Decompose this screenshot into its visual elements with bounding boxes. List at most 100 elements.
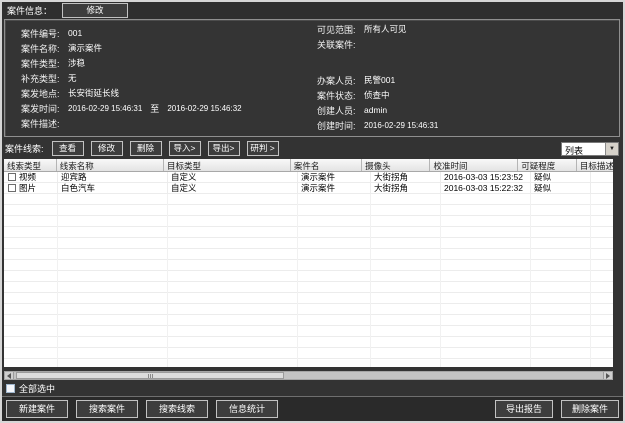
table-row[interactable]: 视频 迎宾路 自定义 演示案件 大街拐角 2016-03-03 15:23:52… [4, 172, 613, 183]
case-number-value: 001 [68, 28, 82, 38]
analyze-clue-button[interactable]: 研判 > [247, 141, 279, 156]
case-status-label: 案件状态: [317, 89, 364, 102]
delete-clue-button[interactable]: 删除 [130, 141, 162, 156]
incident-time-start: 2016-02-29 15:46:31 [68, 104, 142, 113]
visibility-value: 所有人可见 [364, 23, 407, 35]
case-description-field: 案件描述: [21, 117, 242, 129]
clue-type-text: 视频 [19, 172, 36, 183]
cell-time: 2016-03-03 15:23:52 [441, 172, 531, 183]
case-description-label: 案件描述: [21, 117, 68, 130]
row-checkbox[interactable] [8, 173, 16, 181]
col-header-time[interactable]: 校准时间 [430, 159, 518, 171]
incident-location-label: 案发地点: [21, 87, 68, 100]
col-header-clue-type[interactable]: 线索类型 [4, 159, 57, 171]
cell-camera: 大街拐角 [371, 172, 441, 183]
incident-time-label: 案发时间: [21, 102, 68, 115]
table-empty-area [4, 194, 613, 367]
creation-time-field: 创建时间: 2016-02-29 15:46:31 [317, 119, 438, 131]
import-clue-button[interactable]: 导入> [169, 141, 201, 156]
col-header-target-desc[interactable]: 目标描述 [577, 159, 613, 171]
case-type-value: 涉稳 [68, 57, 85, 69]
cell-target-desc [591, 183, 613, 194]
table-header-row: 线索类型 线索名称 目标类型 案件名 摄像头 校准时间 可疑程度 目标描述 [4, 159, 613, 172]
new-case-button[interactable]: 新建案件 [6, 400, 68, 418]
creator-value: admin [364, 105, 387, 115]
scroll-left-button[interactable] [5, 372, 14, 379]
cell-target-desc [591, 172, 613, 183]
delete-case-button[interactable]: 删除案件 [561, 400, 619, 418]
scroll-left-icon [7, 373, 11, 379]
case-info-panel: 案件编号: 001 案件名称: 演示案件 案件类型: 涉稳 补充类型: 无 案发… [4, 19, 620, 137]
incident-location-value: 长安街延长线 [68, 87, 119, 99]
cell-clue-name: 迎宾路 [58, 172, 168, 183]
case-number-label: 案件编号: [21, 27, 68, 40]
export-clue-button[interactable]: 导出> [208, 141, 240, 156]
cell-camera: 大街拐角 [371, 183, 441, 194]
related-cases-field: 关联案件: [317, 38, 438, 50]
clue-toolbar: 案件线索: 查看 修改 删除 导入> 导出> 研判 > 列表 ▼ [2, 138, 623, 159]
row-checkbox[interactable] [8, 184, 16, 192]
incident-time-field: 案发时间: 2016-02-29 15:46:31 至 2016-02-29 1… [21, 102, 242, 114]
case-type-field: 案件类型: 涉稳 [21, 57, 242, 69]
thumb-grip [152, 374, 153, 378]
supplement-type-label: 补充类型: [21, 72, 68, 85]
modify-clue-button[interactable]: 修改 [91, 141, 123, 156]
select-all-label: 全部选中 [19, 382, 55, 395]
case-name-value: 演示案件 [68, 42, 102, 54]
horizontal-scrollbar[interactable] [4, 371, 613, 380]
cell-target-type: 自定义 [168, 172, 298, 183]
scroll-right-icon [606, 373, 610, 379]
officer-value: 民警001 [364, 74, 395, 86]
case-info-left-column: 案件编号: 001 案件名称: 演示案件 案件类型: 涉稳 补充类型: 无 案发… [21, 27, 242, 129]
cell-clue-type: 视频 [4, 172, 58, 183]
cell-suspicion: 疑似 [531, 172, 591, 183]
cell-clue-name: 白色汽车 [58, 183, 168, 194]
clue-table: 线索类型 线索名称 目标类型 案件名 摄像头 校准时间 可疑程度 目标描述 视频… [4, 159, 613, 367]
cell-case-name: 演示案件 [298, 183, 371, 194]
app-window: 案件信息： 修改 案件编号: 001 案件名称: 演示案件 案件类型: 涉稳 补… [0, 0, 625, 423]
supplement-type-field: 补充类型: 无 [21, 72, 242, 84]
col-header-clue-name[interactable]: 线索名称 [57, 159, 164, 171]
case-name-label: 案件名称: [21, 42, 68, 55]
cell-time: 2016-03-03 15:22:32 [441, 183, 531, 194]
info-statistics-button[interactable]: 信息统计 [216, 400, 278, 418]
col-header-camera[interactable]: 摄像头 [362, 159, 430, 171]
incident-location-field: 案发地点: 长安街延长线 [21, 87, 242, 99]
officer-label: 办案人员: [317, 74, 364, 87]
creator-field: 创建人员: admin [317, 104, 438, 116]
case-name-field: 案件名称: 演示案件 [21, 42, 242, 54]
export-report-button[interactable]: 导出报告 [495, 400, 553, 418]
col-header-case-name[interactable]: 案件名 [291, 159, 362, 171]
search-case-button[interactable]: 搜索案件 [76, 400, 138, 418]
creation-time-value: 2016-02-29 15:46:31 [364, 121, 438, 130]
page-title: 案件信息： [7, 4, 52, 17]
modify-case-button[interactable]: 修改 [62, 3, 128, 18]
col-header-suspicion[interactable]: 可疑程度 [518, 159, 577, 171]
case-status-field: 案件状态: 侦查中 [317, 89, 438, 101]
col-header-target-type[interactable]: 目标类型 [164, 159, 291, 171]
visibility-field: 可见范围: 所有人可见 [317, 23, 438, 35]
info-spacer [317, 53, 438, 71]
cell-suspicion: 疑似 [531, 183, 591, 194]
case-type-label: 案件类型: [21, 57, 68, 70]
cell-target-type: 自定义 [168, 183, 298, 194]
related-cases-label: 关联案件: [317, 38, 364, 51]
incident-time-end: 2016-02-29 15:46:32 [167, 104, 241, 113]
visibility-label: 可见范围: [317, 23, 364, 36]
view-clue-button[interactable]: 查看 [52, 141, 84, 156]
view-mode-dropdown[interactable]: 列表 ▼ [561, 142, 619, 156]
thumb-grip [148, 374, 149, 378]
chevron-down-icon[interactable]: ▼ [605, 143, 618, 155]
table-row[interactable]: 图片 白色汽车 自定义 演示案件 大街拐角 2016-03-03 15:22:3… [4, 183, 613, 194]
cell-clue-type: 图片 [4, 183, 58, 194]
case-status-value: 侦查中 [364, 89, 390, 101]
scroll-right-button[interactable] [603, 372, 612, 379]
bottom-action-bar: 新建案件 搜索案件 搜索线索 信息统计 导出报告 删除案件 [2, 396, 623, 421]
officer-field: 办案人员: 民警001 [317, 74, 438, 86]
scrollbar-thumb[interactable] [16, 372, 284, 379]
search-clue-button[interactable]: 搜索线索 [146, 400, 208, 418]
creation-time-label: 创建时间: [317, 119, 364, 132]
select-all-checkbox[interactable] [6, 384, 15, 393]
clue-toolbar-label: 案件线索: [5, 142, 44, 155]
supplement-type-value: 无 [68, 72, 77, 84]
